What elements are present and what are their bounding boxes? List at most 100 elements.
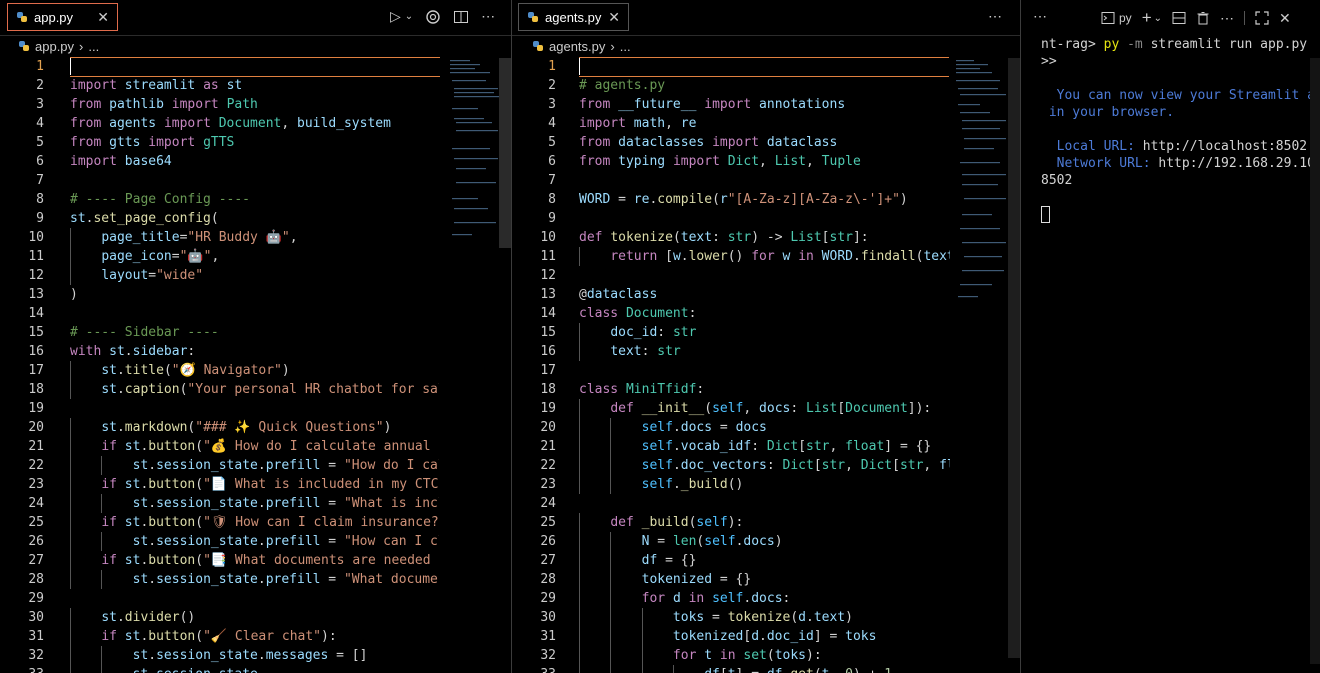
tab-app-py[interactable]: app.py ✕ bbox=[7, 3, 118, 31]
code-text[interactable]: from dataclasses import dataclass bbox=[579, 133, 950, 152]
close-icon[interactable]: ✕ bbox=[608, 9, 620, 26]
code-line[interactable]: 19 bbox=[0, 399, 511, 418]
code-text[interactable]: if st.button("🛡 How can I claim insuranc… bbox=[70, 513, 439, 532]
code-line[interactable]: 30 toks = tokenize(d.text) bbox=[512, 608, 1020, 627]
code-text[interactable]: layout="wide" bbox=[70, 266, 439, 285]
code-text[interactable]: import streamlit as st bbox=[70, 76, 439, 95]
close-icon[interactable]: ✕ bbox=[1279, 10, 1291, 27]
code-text[interactable]: st.session_state.prefill = "How do I cal… bbox=[70, 456, 439, 475]
code-text[interactable]: st.session_state.prefill = "What documen bbox=[70, 570, 439, 589]
code-line[interactable]: 32 st.session_state.messages = [] bbox=[0, 646, 511, 665]
code-text[interactable]: st.session_state.prefill = "How can I cl bbox=[70, 532, 439, 551]
breadcrumb-symbol[interactable]: ... bbox=[88, 39, 99, 54]
code-text[interactable]: return [w.lower() for w in WORD.findall(… bbox=[579, 247, 950, 266]
code-line[interactable]: 11 return [w.lower() for w in WORD.finda… bbox=[512, 247, 1020, 266]
code-text[interactable]: st.title("🧭 Navigator") bbox=[70, 361, 439, 380]
split-terminal-icon[interactable] bbox=[1172, 11, 1186, 25]
code-line[interactable]: 20 self.docs = docs bbox=[512, 418, 1020, 437]
code-line[interactable]: 12 layout="wide" bbox=[0, 266, 511, 285]
code-text[interactable]: # ---- Sidebar ---- bbox=[70, 323, 439, 342]
code-line[interactable]: 25 def _build(self): bbox=[512, 513, 1020, 532]
code-line[interactable]: 15 # ---- Sidebar ---- bbox=[0, 323, 511, 342]
code-line[interactable]: 26 st.session_state.prefill = "How can I… bbox=[0, 532, 511, 551]
code-text[interactable]: import math, re bbox=[579, 114, 950, 133]
code-line[interactable]: 22 st.session_state.prefill = "How do I … bbox=[0, 456, 511, 475]
code-text[interactable]: st.caption("Your personal HR chatbot for… bbox=[70, 380, 439, 399]
openai-icon[interactable] bbox=[425, 9, 441, 25]
code-text[interactable]: tokenized[d.doc_id] = toks bbox=[579, 627, 950, 646]
close-icon[interactable]: ✕ bbox=[97, 9, 109, 26]
code-line[interactable]: 2 # agents.py bbox=[512, 76, 1020, 95]
code-text[interactable]: st.markdown("### ✨ Quick Questions") bbox=[70, 418, 439, 437]
scrollbar[interactable] bbox=[499, 58, 511, 248]
code-text[interactable]: def __init__(self, docs: List[Document])… bbox=[579, 399, 950, 418]
code-line[interactable]: 5 from dataclasses import dataclass bbox=[512, 133, 1020, 152]
code-line[interactable]: 27 if st.button("📑 What documents are ne… bbox=[0, 551, 511, 570]
maximize-icon[interactable] bbox=[1255, 11, 1269, 25]
code-text[interactable]: page_title="HR Buddy 🤖", bbox=[70, 228, 439, 247]
code-line[interactable]: 24 bbox=[512, 494, 1020, 513]
code-text[interactable]: def _build(self): bbox=[579, 513, 950, 532]
code-text[interactable]: for t in set(toks): bbox=[579, 646, 950, 665]
chevron-down-icon[interactable]: ⌄ bbox=[1154, 13, 1162, 24]
code-line[interactable]: 4 import math, re bbox=[512, 114, 1020, 133]
terminal-output[interactable]: nt-rag> py -m streamlit run app.py >> You… bbox=[1021, 36, 1320, 223]
code-line[interactable]: 32 for t in set(toks): bbox=[512, 646, 1020, 665]
scrollbar[interactable] bbox=[1008, 58, 1020, 658]
code-line[interactable]: 3 from pathlib import Path bbox=[0, 95, 511, 114]
code-line[interactable]: 19 def __init__(self, docs: List[Documen… bbox=[512, 399, 1020, 418]
code-text[interactable]: def tokenize(text: str) -> List[str]: bbox=[579, 228, 950, 247]
code-line[interactable]: 10 page_title="HR Buddy 🤖", bbox=[0, 228, 511, 247]
code-line[interactable]: 21 self.vocab_idf: Dict[str, float] = {} bbox=[512, 437, 1020, 456]
code-text[interactable]: df[t] = df.get(t, 0) + 1 bbox=[579, 665, 950, 673]
code-line[interactable]: 8 WORD = re.compile(r"[A-Za-z][A-Za-z\-']… bbox=[512, 190, 1020, 209]
code-text[interactable]: ) bbox=[70, 285, 439, 304]
code-line[interactable]: 13) bbox=[0, 285, 511, 304]
code-text[interactable]: st.session_state.messages = [] bbox=[70, 646, 439, 665]
terminal-prompt-line[interactable] bbox=[1041, 206, 1320, 223]
play-icon[interactable]: ▷ bbox=[390, 8, 401, 25]
code-line[interactable]: 11 page_icon="🤖", bbox=[0, 247, 511, 266]
code-line[interactable]: 7 bbox=[512, 171, 1020, 190]
code-line[interactable]: 22 self.doc_vectors: Dict[str, Dict[str,… bbox=[512, 456, 1020, 475]
code-line[interactable]: 33 st.session_state... bbox=[0, 665, 511, 673]
code-line[interactable]: 17 bbox=[512, 361, 1020, 380]
code-line[interactable]: 23 self._build() bbox=[512, 475, 1020, 494]
code-line[interactable]: 3 from __future__ import annotations bbox=[512, 95, 1020, 114]
code-line[interactable]: 4 from agents import Document, build_syst… bbox=[0, 114, 511, 133]
code-text[interactable]: if st.button("📄 What is included in my C… bbox=[70, 475, 439, 494]
tab-agents-py[interactable]: agents.py ✕ bbox=[518, 3, 629, 31]
code-line[interactable]: 15 doc_id: str bbox=[512, 323, 1020, 342]
code-line[interactable]: 18 st.caption("Your personal HR chatbot … bbox=[0, 380, 511, 399]
breadcrumb-file[interactable]: app.py bbox=[35, 39, 74, 54]
scrollbar[interactable] bbox=[1310, 58, 1320, 664]
code-line[interactable]: 25 if st.button("🛡 How can I claim insur… bbox=[0, 513, 511, 532]
code-line[interactable]: 17 st.title("🧭 Navigator") bbox=[0, 361, 511, 380]
ellipsis-icon[interactable]: ⋯ bbox=[1220, 10, 1234, 27]
code-text[interactable]: class MiniTfidf: bbox=[579, 380, 950, 399]
code-text[interactable]: import base64 bbox=[70, 152, 439, 171]
code-line[interactable]: 5 from gtts import gTTS bbox=[0, 133, 511, 152]
code-line[interactable]: 2 import streamlit as st bbox=[0, 76, 511, 95]
minimap[interactable] bbox=[448, 58, 500, 243]
code-text[interactable]: text: str bbox=[579, 342, 950, 361]
code-line[interactable]: 6 import base64 bbox=[0, 152, 511, 171]
code-text[interactable]: with st.sidebar: bbox=[70, 342, 439, 361]
code-text[interactable]: st.divider() bbox=[70, 608, 439, 627]
code-line[interactable]: 29 bbox=[0, 589, 511, 608]
trash-icon[interactable] bbox=[1196, 11, 1210, 25]
code-text[interactable]: tokenized = {} bbox=[579, 570, 950, 589]
code-line[interactable]: 9 st.set_page_config( bbox=[0, 209, 511, 228]
code-text[interactable]: from __future__ import annotations bbox=[579, 95, 950, 114]
code-line[interactable]: 9 bbox=[512, 209, 1020, 228]
code-line[interactable]: 31 if st.button("🧹 Clear chat"): bbox=[0, 627, 511, 646]
minimap[interactable] bbox=[954, 58, 1006, 303]
code-text[interactable]: WORD = re.compile(r"[A-Za-z][A-Za-z\-']+… bbox=[579, 190, 950, 209]
code-text[interactable]: self.doc_vectors: Dict[str, Dict[str, fl bbox=[579, 456, 950, 475]
code-text[interactable]: from agents import Document, build_syste… bbox=[70, 114, 439, 133]
breadcrumb-file[interactable]: agents.py bbox=[549, 39, 605, 54]
code-line[interactable]: 14 class Document: bbox=[512, 304, 1020, 323]
code-text[interactable]: st.session_state.prefill = "What is incl bbox=[70, 494, 439, 513]
plus-icon[interactable]: + bbox=[1142, 8, 1152, 28]
code-line[interactable]: 7 bbox=[0, 171, 511, 190]
